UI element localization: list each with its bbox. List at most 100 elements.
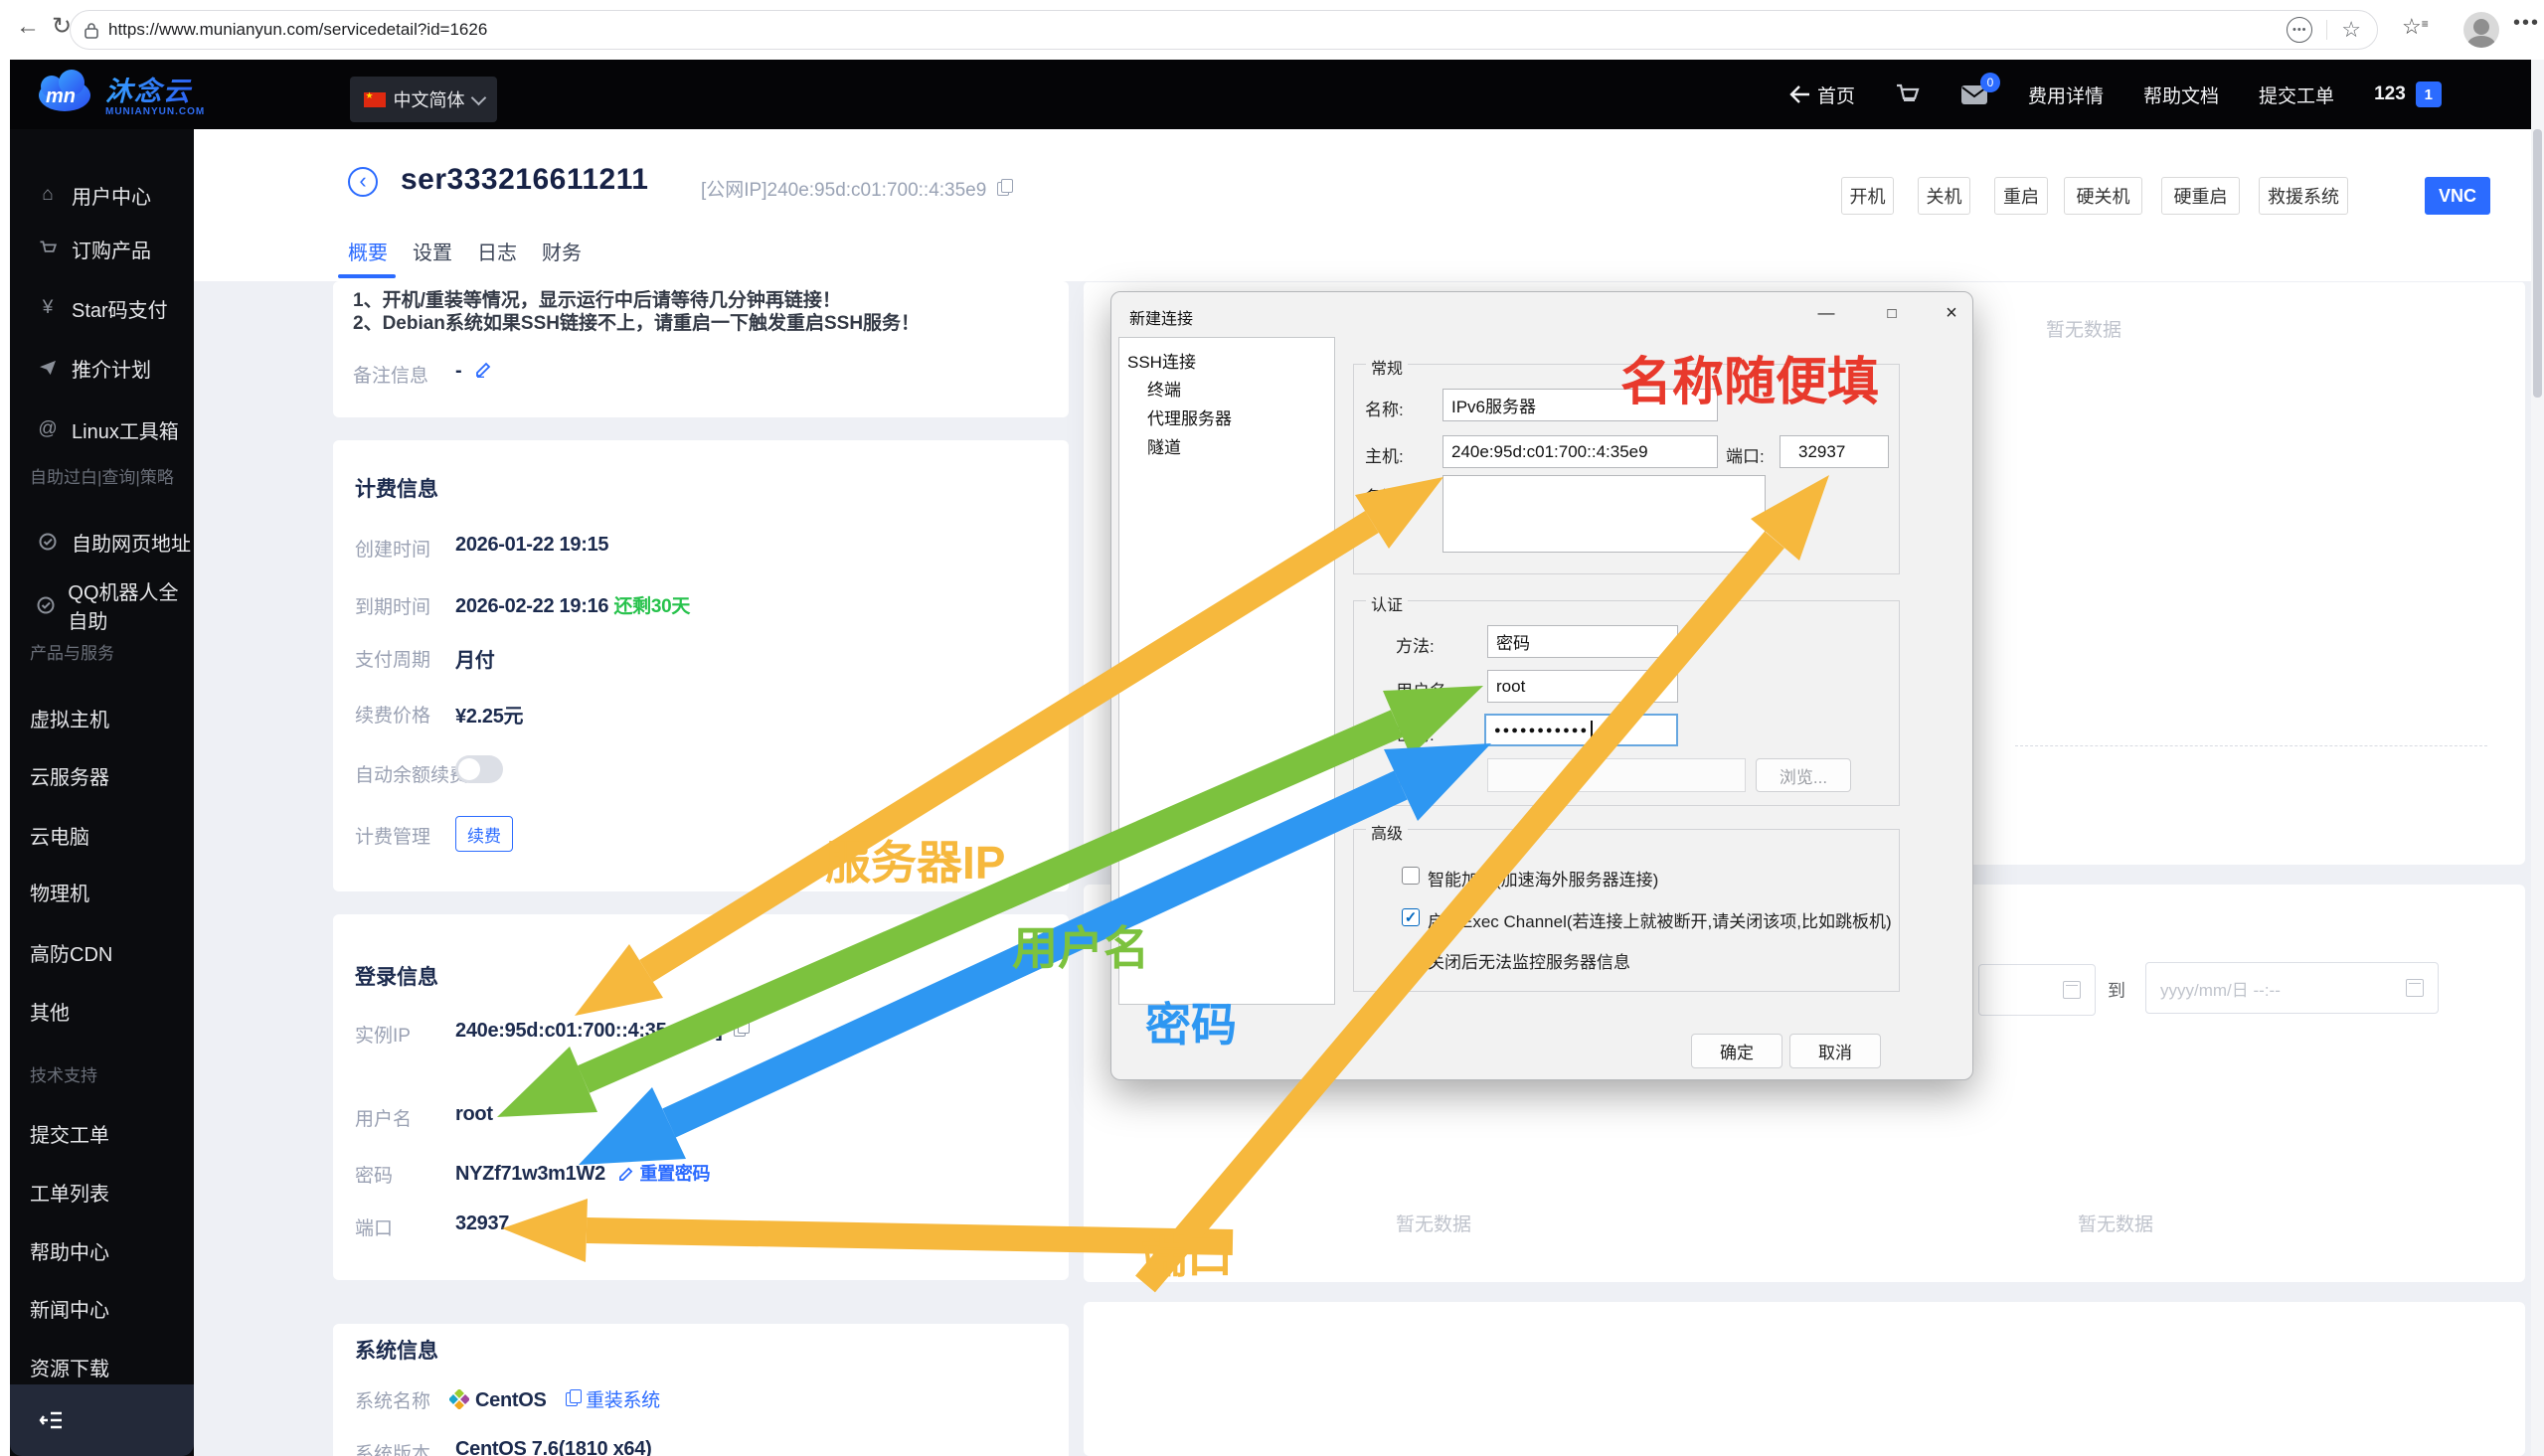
nav-home[interactable]: 首页 [1789, 81, 1855, 108]
advanced-group-label: 高级 [1366, 820, 1409, 844]
os-version-label: 系统版本 [355, 1444, 431, 1456]
sidebar-item-submit-ticket[interactable]: 提交工单 [10, 1120, 214, 1147]
name-input[interactable]: IPv6服务器 [1442, 389, 1718, 421]
ok-button[interactable]: 确定 [1691, 1034, 1782, 1068]
sidebar-item-downloads[interactable]: 资源下载 [10, 1354, 214, 1380]
edit-pencil-icon[interactable] [618, 1166, 634, 1182]
tree-proxy[interactable]: 代理服务器 [1147, 404, 1232, 429]
hard-off-button[interactable]: 硬关机 [2064, 177, 2142, 215]
sidebar-item-ticket-list[interactable]: 工单列表 [10, 1179, 214, 1206]
sidebar-item-cloud-pc[interactable]: 云电脑 [10, 822, 214, 849]
sidebar-item-cloud-server[interactable]: 云服务器 [10, 762, 214, 789]
sidebar-item-user-center[interactable]: ⌂ 用户中心 [10, 182, 194, 209]
sidebar-item-linux-toolbox[interactable]: @ Linux工具箱 [10, 416, 194, 443]
cancel-button[interactable]: 取消 [1789, 1034, 1881, 1068]
copy-icon[interactable] [733, 1020, 750, 1037]
dialog-user-label: 用户名: [1396, 682, 1451, 701]
tab-finance[interactable]: 财务 [542, 237, 582, 265]
created-label: 创建时间 [355, 540, 431, 561]
tree-ssh[interactable]: SSH连接 [1127, 348, 1196, 373]
tree-tunnel[interactable]: 隧道 [1147, 433, 1181, 458]
note-textarea[interactable] [1442, 475, 1766, 553]
method-input[interactable]: 密码 [1487, 625, 1678, 658]
sidebar-footer [10, 1384, 194, 1456]
scrollbar-thumb[interactable] [2533, 129, 2542, 398]
created-value: 2026-01-22 19:15 [455, 534, 609, 556]
auto-renew-toggle[interactable] [455, 755, 503, 783]
auth-group-label: 认证 [1366, 591, 1409, 615]
dialog-user-input[interactable]: root [1487, 670, 1678, 703]
rescue-button[interactable]: 救援系统 [2259, 177, 2348, 215]
sidebar-item-star-pay[interactable]: ¥ Star码支付 [10, 295, 194, 322]
credit-amount[interactable]: 123 [2374, 83, 2406, 105]
nav-cart[interactable] [1895, 82, 1921, 106]
dialog-port-input[interactable]: 32937 [1780, 435, 1889, 468]
sidebar-item-physical[interactable]: 物理机 [10, 879, 214, 905]
yen-icon: ¥ [42, 297, 54, 318]
sidebar-item-virtual-host[interactable]: 虚拟主机 [10, 705, 214, 731]
maximize-button[interactable]: □ [1869, 296, 1915, 330]
reset-password-link[interactable]: 重置密码 [639, 1164, 710, 1184]
back-button[interactable]: ‹ [348, 167, 378, 197]
renew-button[interactable]: 续费 [455, 816, 513, 852]
minimize-button[interactable]: — [1803, 296, 1849, 330]
browser-reload-icon[interactable]: ↻ [52, 15, 72, 39]
host-input[interactable]: 240e:95d:c01:700::4:35e9 [1442, 435, 1718, 468]
site-logo[interactable]: mn 沐念云 MUNIANYUN.COM [32, 69, 205, 118]
browser-chrome: ← ↻ https://www.munianyun.com/servicedet… [0, 0, 2544, 61]
sidebar-item-cdn[interactable]: 高防CDN [10, 939, 214, 966]
copy-icon[interactable] [996, 179, 1013, 196]
tab-settings[interactable]: 设置 [413, 237, 452, 265]
dialog-pwd-input[interactable]: ●●●●●●●●●●● [1484, 714, 1678, 746]
credit-badge[interactable]: 1 [2415, 81, 2442, 107]
tab-logs[interactable]: 日志 [477, 237, 517, 265]
collapse-sidebar-icon[interactable] [38, 1410, 64, 1430]
reboot-button[interactable]: 重启 [1994, 177, 2048, 215]
url-text[interactable]: https://www.munianyun.com/servicedetail?… [108, 20, 487, 40]
price-value: ¥2.25元 [455, 706, 524, 728]
date-end-input[interactable]: yyyy/mm/日 --:-- [2145, 962, 2439, 1014]
sidebar-item-news-center[interactable]: 新闻中心 [10, 1295, 214, 1322]
tab-overview[interactable]: 概要 [348, 237, 388, 265]
browser-avatar[interactable] [2463, 12, 2499, 48]
exec-channel-label: 启用Exec Channel(若连接上就被断开,请关闭该项,比如跳板机) [1428, 912, 1892, 931]
collections-icon[interactable]: ☆≡ [2402, 14, 2429, 40]
edit-pencil-icon[interactable] [475, 361, 492, 378]
bookmark-star-icon[interactable]: ☆ [2341, 17, 2361, 43]
language-selector[interactable]: ★ 中文简体 [350, 77, 497, 122]
hard-reboot-button[interactable]: 硬重启 [2161, 177, 2240, 215]
address-bar[interactable]: https://www.munianyun.com/servicedetail?… [70, 10, 2378, 50]
browse-button[interactable]: 浏览... [1756, 758, 1851, 792]
nav-mail[interactable]: 0 [1960, 72, 2001, 105]
nav-docs[interactable]: 帮助文档 [2143, 81, 2219, 108]
reinstall-link[interactable]: 重装系统 [565, 1389, 660, 1411]
tree-terminal[interactable]: 终端 [1147, 376, 1181, 401]
nav-ticket[interactable]: 提交工单 [2259, 81, 2334, 108]
browser-menu-icon[interactable]: ••• [2513, 12, 2540, 35]
screen: ← ↻ https://www.munianyun.com/servicedet… [0, 0, 2544, 1456]
instance-ip-label: 实例IP [355, 1026, 411, 1047]
sidebar-item-order[interactable]: 订购产品 [10, 236, 194, 262]
sidebar-item-other[interactable]: 其他 [10, 998, 214, 1025]
sidebar-item-help-center[interactable]: 帮助中心 [10, 1237, 214, 1264]
sidebar-item-referral[interactable]: 推介计划 [10, 355, 194, 382]
sidebar-item-self-web[interactable]: 自助网页地址 [10, 529, 194, 556]
billing-title: 计费信息 [355, 478, 438, 501]
browser-back-icon[interactable]: ← [16, 15, 40, 39]
power-on-button[interactable]: 开机 [1841, 177, 1894, 215]
badge-check-icon [37, 596, 55, 614]
vnc-button[interactable]: VNC [2425, 177, 2490, 215]
sidebar-section-support: 技术支持 [30, 1066, 97, 1085]
logo-subtext: MUNIANYUN.COM [105, 106, 206, 117]
nav-billing[interactable]: 费用详情 [2028, 81, 2104, 108]
exec-channel-checkbox[interactable]: ✓ [1402, 908, 1420, 926]
close-button[interactable]: × [1929, 296, 1974, 330]
power-off-button[interactable]: 关机 [1918, 177, 1970, 215]
date-start-input[interactable] [1978, 964, 2096, 1016]
reader-mode-icon[interactable]: ••• [2287, 17, 2313, 43]
private-key-input[interactable] [1487, 758, 1746, 792]
reinstall-icon [565, 1389, 582, 1406]
smart-accel-checkbox[interactable] [1402, 867, 1420, 885]
sidebar-item-qq-bot[interactable]: QQ机器人全自助 [10, 582, 194, 633]
os-name-label: 系统名称 [355, 1391, 431, 1412]
